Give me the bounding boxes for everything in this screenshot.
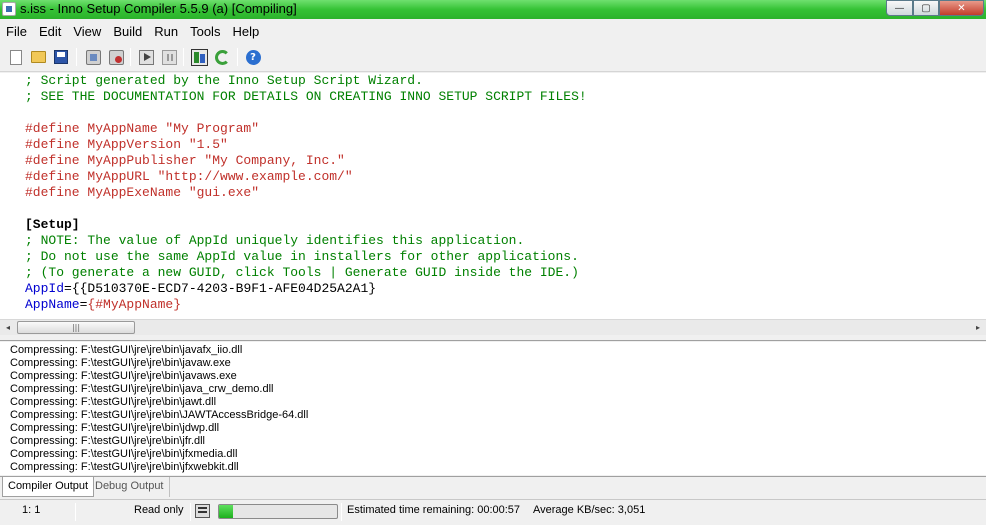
- code-token: ; Script generated by the Inno Setup Scr…: [25, 73, 423, 88]
- editor-horizontal-scrollbar[interactable]: ◂ ||| ▸: [0, 319, 986, 335]
- maximize-button[interactable]: ▢: [913, 0, 939, 16]
- scroll-left-arrow-icon[interactable]: ◂: [0, 320, 16, 335]
- compile-icon: [190, 48, 208, 66]
- toolbar-separator: [237, 48, 238, 66]
- code-token: ; SEE THE DOCUMENTATION FOR DETAILS ON C…: [25, 89, 587, 104]
- compile-progress-fill: [219, 505, 234, 518]
- toolbar-separator: [76, 48, 77, 66]
- pause-icon: [161, 49, 177, 65]
- compiler-output-panel[interactable]: Compressing: F:\testGUI\jre\jre\bin\java…: [0, 342, 986, 475]
- title-bar: s.iss - Inno Setup Compiler 5.5.9 (a) [C…: [0, 0, 986, 19]
- new-file-button[interactable]: [6, 47, 26, 67]
- help-button[interactable]: ?: [243, 47, 263, 67]
- output-line: Compressing: F:\testGUI\jre\jre\bin\java…: [10, 370, 237, 382]
- menu-help[interactable]: Help: [226, 20, 265, 41]
- menu-view[interactable]: View: [67, 20, 107, 41]
- code-token: #define MyAppPublisher "My Company, Inc.…: [25, 153, 345, 168]
- output-line: Compressing: F:\testGUI\jre\jre\bin\jawt…: [10, 396, 217, 408]
- output-line: Compressing: F:\testGUI\jre\jre\bin\jdwp…: [10, 422, 220, 434]
- code-token: ; NOTE: The value of AppId uniquely iden…: [25, 233, 525, 248]
- wizard-icon: [85, 49, 101, 65]
- code-token: #define MyAppVersion "1.5": [25, 137, 228, 152]
- output-line: Compressing: F:\testGUI\jre\jre\bin\jfxm…: [10, 448, 238, 460]
- code-token: AppId: [25, 281, 65, 296]
- code-line: ; NOTE: The value of AppId uniquely iden…: [25, 233, 524, 249]
- minimize-button[interactable]: —: [886, 0, 913, 16]
- menu-file[interactable]: File: [0, 20, 33, 41]
- toolbar-separator: [130, 48, 131, 66]
- window-controls: — ▢ ✕: [886, 0, 984, 16]
- code-line: #define MyAppPublisher "My Company, Inc.…: [25, 153, 345, 169]
- code-token: AppName: [25, 297, 80, 312]
- compile-button[interactable]: [189, 47, 209, 67]
- open-file-button[interactable]: [28, 47, 48, 67]
- save-button[interactable]: [51, 47, 71, 67]
- stop-compile-button[interactable]: [106, 47, 126, 67]
- window-title: s.iss - Inno Setup Compiler 5.5.9 (a) [C…: [20, 1, 297, 16]
- code-token: [Setup]: [25, 217, 80, 232]
- edit-mode: Read only: [134, 504, 184, 516]
- script-editor[interactable]: ; Script generated by the Inno Setup Scr…: [0, 73, 986, 319]
- menu-tools[interactable]: Tools: [184, 20, 226, 41]
- compile-progress-bar: [218, 504, 338, 519]
- menu-bar: File Edit View Build Run Tools Help: [0, 20, 986, 41]
- output-line: Compressing: F:\testGUI\jre\jre\bin\java…: [10, 357, 231, 369]
- new-file-icon: [10, 49, 22, 65]
- code-token: {#MyAppName}: [87, 297, 182, 312]
- toolbar: ?: [0, 42, 986, 72]
- refresh-button[interactable]: [212, 47, 232, 67]
- stop-icon: [108, 49, 124, 65]
- status-divider: [341, 503, 342, 521]
- status-divider: [190, 503, 191, 521]
- output-line: Compressing: F:\testGUI\jre\jre\bin\java…: [10, 383, 274, 395]
- help-icon: ?: [245, 49, 261, 65]
- hard-disk-icon: [195, 504, 210, 518]
- output-line: Compressing: F:\testGUI\jre\jre\bin\jfxw…: [10, 461, 239, 473]
- wizard-button[interactable]: [83, 47, 103, 67]
- menu-run[interactable]: Run: [148, 20, 184, 41]
- code-token: #define MyAppExeName "gui.exe": [25, 185, 260, 200]
- output-tabs: Compiler Output Debug Output: [0, 476, 986, 498]
- toolbar-separator: [183, 48, 184, 66]
- menu-edit[interactable]: Edit: [33, 20, 67, 41]
- code-line: AppId={{D510370E-ECD7-4203-B9F1-AFE04D25…: [25, 281, 376, 297]
- status-divider: [75, 503, 76, 521]
- open-file-icon: [30, 51, 46, 63]
- menu-build[interactable]: Build: [107, 20, 148, 41]
- app-icon: [2, 2, 16, 16]
- scrollbar-thumb[interactable]: |||: [17, 321, 135, 334]
- code-token: #define MyAppName "My Program": [25, 121, 260, 136]
- close-button[interactable]: ✕: [939, 0, 984, 16]
- code-line: ; Script generated by the Inno Setup Scr…: [25, 73, 423, 89]
- time-remaining: Estimated time remaining: 00:00:57: [347, 504, 521, 516]
- code-line: #define MyAppName "My Program": [25, 121, 259, 137]
- code-token: ; Do not use the same AppId value in ins…: [25, 249, 579, 264]
- code-line: ; SEE THE DOCUMENTATION FOR DETAILS ON C…: [25, 89, 587, 105]
- pause-button[interactable]: [159, 47, 179, 67]
- status-bar: 1: 1 Read only Estimated time remaining:…: [0, 499, 986, 525]
- output-line: Compressing: F:\testGUI\jre\jre\bin\jfr.…: [10, 435, 206, 447]
- run-button[interactable]: [136, 47, 156, 67]
- average-speed: Average KB/sec: 3,051: [533, 504, 646, 516]
- save-icon: [54, 50, 68, 64]
- code-line: AppName={#MyAppName}: [25, 297, 181, 313]
- code-line: #define MyAppURL "http://www.example.com…: [25, 169, 353, 185]
- scroll-right-arrow-icon[interactable]: ▸: [970, 320, 986, 335]
- output-line: Compressing: F:\testGUI\jre\jre\bin\JAWT…: [10, 409, 309, 421]
- code-line: #define MyAppExeName "gui.exe": [25, 185, 259, 201]
- panel-splitter[interactable]: [0, 336, 986, 341]
- code-line: ; Do not use the same AppId value in ins…: [25, 249, 579, 265]
- code-line: #define MyAppVersion "1.5": [25, 137, 228, 153]
- output-line: Compressing: F:\testGUI\jre\jre\bin\java…: [10, 344, 243, 356]
- code-token: ={{D510370E-ECD7-4203-B9F1-AFE04D25A2A1}: [64, 281, 377, 296]
- run-icon: [138, 49, 154, 65]
- code-line: [Setup]: [25, 217, 80, 233]
- code-token: ; (To generate a new GUID, click Tools |…: [25, 265, 579, 280]
- refresh-icon: [214, 49, 230, 65]
- tab-compiler-output[interactable]: Compiler Output: [2, 477, 95, 497]
- cursor-position: 1: 1: [22, 504, 41, 516]
- code-token: #define MyAppURL "http://www.example.com…: [25, 169, 353, 184]
- tab-debug-output[interactable]: Debug Output: [90, 477, 170, 497]
- code-line: ; (To generate a new GUID, click Tools |…: [25, 265, 579, 281]
